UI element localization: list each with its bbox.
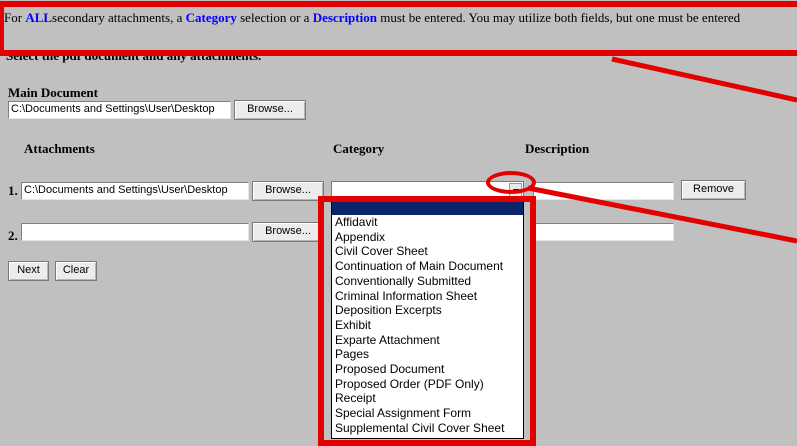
attachment-1-description-input[interactable]	[533, 182, 674, 200]
highlight-box-notice	[0, 1, 797, 56]
attachment-2-browse-button[interactable]: Browse...	[252, 222, 324, 242]
main-document-browse-button[interactable]: Browse...	[234, 100, 306, 120]
main-document-label: Main Document	[8, 85, 98, 100]
category-column-header: Category	[333, 141, 385, 156]
attachment-1-remove-button[interactable]: Remove	[681, 180, 746, 200]
main-document-path-input[interactable]: C:\Documents and Settings\User\Desktop	[8, 101, 231, 119]
attachment-2-description-input[interactable]	[533, 223, 674, 241]
description-column-header: Description	[525, 141, 590, 156]
annotation-line-top	[611, 56, 797, 103]
attachment-1-browse-button[interactable]: Browse...	[252, 181, 324, 201]
attachment-1-path-input[interactable]: C:\Documents and Settings\User\Desktop	[21, 182, 249, 200]
next-button[interactable]: Next	[8, 261, 49, 281]
attachment-number-1: 1.	[8, 183, 18, 198]
highlight-circle-dropdown-arrow	[486, 171, 536, 194]
clear-button[interactable]: Clear	[55, 261, 97, 281]
attachment-2-path-input[interactable]	[21, 223, 249, 241]
attachments-column-header: Attachments	[24, 141, 95, 156]
highlight-box-dropdown	[318, 196, 536, 446]
attachment-number-2: 2.	[8, 228, 18, 243]
